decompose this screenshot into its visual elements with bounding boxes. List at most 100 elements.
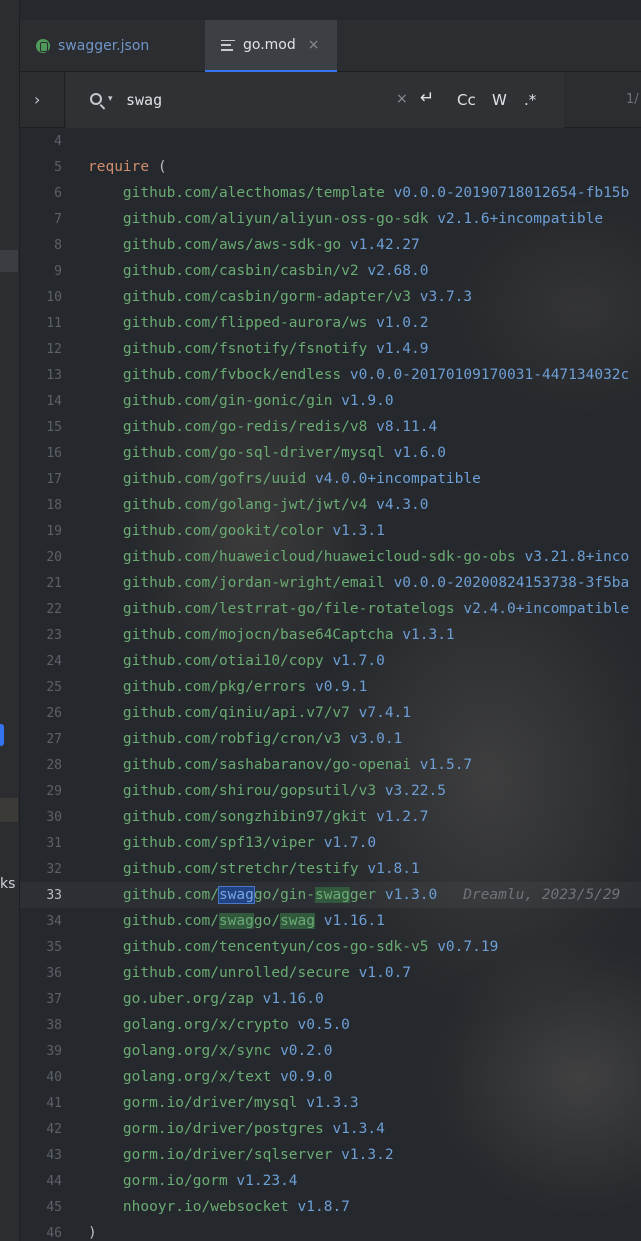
tab-swagger-json[interactable]: swagger.json	[32, 20, 202, 72]
code-line[interactable]: 25 github.com/pkg/errors v0.9.1	[20, 674, 641, 700]
line-number[interactable]: 42	[20, 1122, 62, 1137]
code-editor[interactable]: 4 5 require (6 github.com/alecthomas/templ…	[20, 128, 641, 1241]
words-toggle[interactable]: W	[492, 91, 507, 109]
line-number[interactable]: 39	[20, 1044, 62, 1059]
code-line[interactable]: 23 github.com/mojocn/base64Captcha v1.3.…	[20, 622, 641, 648]
line-number[interactable]: 28	[20, 758, 62, 773]
code-line[interactable]: 22 github.com/lestrrat-go/file-rotatelog…	[20, 596, 641, 622]
line-number[interactable]: 10	[20, 290, 62, 305]
chevron-down-icon[interactable]: ▾	[108, 94, 113, 104]
line-number[interactable]: 27	[20, 732, 62, 747]
code-line[interactable]: 34 github.com/swaggo/swag v1.16.1	[20, 908, 641, 934]
line-number[interactable]: 6	[20, 186, 62, 201]
search-input[interactable]	[126, 88, 376, 112]
line-number[interactable]: 20	[20, 550, 62, 565]
chevron-right-icon[interactable]: ›	[34, 90, 40, 109]
code-line[interactable]: 45 nhooyr.io/websocket v1.8.7	[20, 1194, 641, 1220]
code-line[interactable]: 5 require (	[20, 154, 641, 180]
code-line[interactable]: 15 github.com/go-redis/redis/v8 v8.11.4	[20, 414, 641, 440]
code-line[interactable]: 30 github.com/songzhibin97/gkit v1.2.7	[20, 804, 641, 830]
line-number[interactable]: 4	[20, 134, 62, 149]
tab-go-mod[interactable]: go.mod ×	[205, 20, 337, 72]
line-number[interactable]: 15	[20, 420, 62, 435]
line-number[interactable]: 30	[20, 810, 62, 825]
line-number[interactable]: 32	[20, 862, 62, 877]
line-number[interactable]: 17	[20, 472, 62, 487]
tool-strip-item[interactable]	[0, 798, 18, 822]
code-line[interactable]: 32 github.com/stretchr/testify v1.8.1	[20, 856, 641, 882]
line-number[interactable]: 29	[20, 784, 62, 799]
line-number[interactable]: 13	[20, 368, 62, 383]
line-number[interactable]: 40	[20, 1070, 62, 1085]
match-case-toggle[interactable]: Cc	[457, 91, 476, 109]
code-line[interactable]: 4	[20, 128, 641, 154]
code-line[interactable]: 31 github.com/spf13/viper v1.7.0	[20, 830, 641, 856]
line-number[interactable]: 34	[20, 914, 62, 929]
line-number[interactable]: 16	[20, 446, 62, 461]
code-line[interactable]: 40 golang.org/x/text v0.9.0	[20, 1064, 641, 1090]
tool-strip-active-indicator[interactable]	[0, 724, 4, 746]
line-number[interactable]: 21	[20, 576, 62, 591]
clear-search-icon[interactable]: ×	[396, 91, 408, 107]
code-line[interactable]: 41 gorm.io/driver/mysql v1.3.3	[20, 1090, 641, 1116]
regex-toggle[interactable]: .*	[524, 91, 536, 109]
code-line[interactable]: 33 github.com/swaggo/gin-swagger v1.3.0 D…	[20, 882, 641, 908]
code-line[interactable]: 35 github.com/tencentyun/cos-go-sdk-v5 v…	[20, 934, 641, 960]
line-number[interactable]: 46	[20, 1226, 62, 1241]
line-number[interactable]: 43	[20, 1148, 62, 1163]
code-line[interactable]: 46)	[20, 1220, 641, 1241]
line-number[interactable]: 14	[20, 394, 62, 409]
line-number[interactable]: 35	[20, 940, 62, 955]
code-line[interactable]: 24 github.com/otiai10/copy v1.7.0	[20, 648, 641, 674]
line-number[interactable]: 24	[20, 654, 62, 669]
line-number[interactable]: 36	[20, 966, 62, 981]
code-line[interactable]: 27 github.com/robfig/cron/v3 v3.0.1	[20, 726, 641, 752]
code-line[interactable]: 36 github.com/unrolled/secure v1.0.7	[20, 960, 641, 986]
code-line[interactable]: 29 github.com/shirou/gopsutil/v3 v3.22.5	[20, 778, 641, 804]
code-line[interactable]: 18 github.com/golang-jwt/jwt/v4 v4.3.0	[20, 492, 641, 518]
line-number[interactable]: 44	[20, 1174, 62, 1189]
code-line[interactable]: 39 golang.org/x/sync v0.2.0	[20, 1038, 641, 1064]
code-line[interactable]: 10 github.com/casbin/gorm-adapter/v3 v3.…	[20, 284, 641, 310]
code-line[interactable]: 43 gorm.io/driver/sqlserver v1.3.2	[20, 1142, 641, 1168]
line-number[interactable]: 41	[20, 1096, 62, 1111]
line-number[interactable]: 22	[20, 602, 62, 617]
close-icon[interactable]: ×	[308, 37, 320, 53]
line-number[interactable]: 8	[20, 238, 62, 253]
code-line[interactable]: 17 github.com/gofrs/uuid v4.0.0+incompat…	[20, 466, 641, 492]
code-line[interactable]: 7 github.com/aliyun/aliyun-oss-go-sdk v2…	[20, 206, 641, 232]
code-line[interactable]: 44 gorm.io/gorm v1.23.4	[20, 1168, 641, 1194]
line-number[interactable]: 23	[20, 628, 62, 643]
line-number[interactable]: 11	[20, 316, 62, 331]
code-line[interactable]: 26 github.com/qiniu/api.v7/v7 v7.4.1	[20, 700, 641, 726]
line-number[interactable]: 31	[20, 836, 62, 851]
code-line[interactable]: 37 go.uber.org/zap v1.16.0	[20, 986, 641, 1012]
code-line[interactable]: 14 github.com/gin-gonic/gin v1.9.0	[20, 388, 641, 414]
code-line[interactable]: 9 github.com/casbin/casbin/v2 v2.68.0	[20, 258, 641, 284]
line-number[interactable]: 18	[20, 498, 62, 513]
code-line[interactable]: 16 github.com/go-sql-driver/mysql v1.6.0	[20, 440, 641, 466]
line-number[interactable]: 33	[20, 888, 62, 903]
code-line[interactable]: 13 github.com/fvbock/endless v0.0.0-2017…	[20, 362, 641, 388]
line-number[interactable]: 38	[20, 1018, 62, 1033]
code-line[interactable]: 38 golang.org/x/crypto v0.5.0	[20, 1012, 641, 1038]
line-number[interactable]: 19	[20, 524, 62, 539]
code-line[interactable]: 42 gorm.io/driver/postgres v1.3.4	[20, 1116, 641, 1142]
search-icon[interactable]	[90, 93, 102, 105]
code-line[interactable]: 12 github.com/fsnotify/fsnotify v1.4.9	[20, 336, 641, 362]
line-number[interactable]: 12	[20, 342, 62, 357]
code-line[interactable]: 20 github.com/huaweicloud/huaweicloud-sd…	[20, 544, 641, 570]
inline-blame[interactable]: Dreamlu, 2023/5/29	[463, 887, 620, 903]
line-number[interactable]: 5	[20, 160, 62, 175]
tool-strip-selected-item[interactable]	[0, 250, 18, 272]
code-line[interactable]: 6 github.com/alecthomas/template v0.0.0-…	[20, 180, 641, 206]
code-line[interactable]: 8 github.com/aws/aws-sdk-go v1.42.27	[20, 232, 641, 258]
code-line[interactable]: 19 github.com/gookit/color v1.3.1	[20, 518, 641, 544]
line-number[interactable]: 37	[20, 992, 62, 1007]
new-line-toggle[interactable]: ↵	[420, 88, 434, 108]
code-line[interactable]: 28 github.com/sashabaranov/go-openai v1.…	[20, 752, 641, 778]
line-number[interactable]: 25	[20, 680, 62, 695]
line-number[interactable]: 9	[20, 264, 62, 279]
line-number[interactable]: 7	[20, 212, 62, 227]
code-line[interactable]: 21 github.com/jordan-wright/email v0.0.0…	[20, 570, 641, 596]
